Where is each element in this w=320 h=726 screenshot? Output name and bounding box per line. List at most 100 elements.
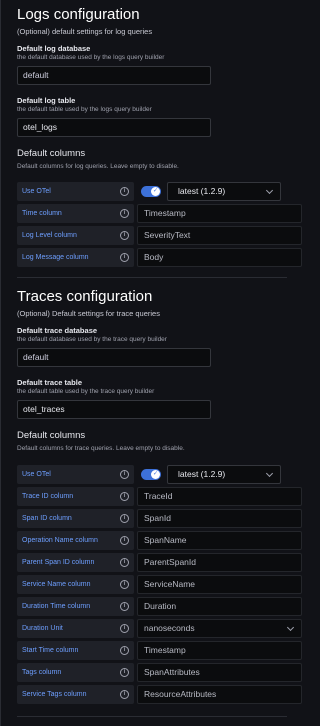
traces-use-otel-text: Use OTel: [22, 471, 51, 478]
logs-config-subtitle: (Optional) default settings for log quer…: [17, 27, 153, 36]
traces-column-row: Tags column i SpanAttributes: [17, 663, 302, 682]
traces-column-label-text: Operation Name column: [22, 537, 98, 544]
traces-use-otel-row: Use OTel i ✓ latest (1.2.9): [17, 465, 287, 484]
default-log-database-input[interactable]: default: [17, 66, 211, 85]
logs-config-header: Logs configuration (Optional) default se…: [17, 6, 287, 37]
traces-config-subtitle: (Optional) Default settings for trace qu…: [17, 309, 160, 318]
traces-column-input[interactable]: Timestamp: [137, 641, 302, 660]
default-trace-table-field: Default trace table the default table us…: [17, 378, 287, 419]
info-icon: i: [120, 558, 129, 567]
left-edge-divider: [0, 0, 1, 726]
info-icon: i: [120, 209, 129, 218]
traces-column-row: Span ID column i SpanId: [17, 509, 302, 528]
chevron-down-icon: [286, 623, 295, 632]
logs-otel-version-select[interactable]: latest (1.2.9): [167, 182, 281, 201]
logs-column-row: Time column i Timestamp: [17, 204, 302, 223]
info-icon: i: [120, 536, 129, 545]
default-log-table-input[interactable]: otel_logs: [17, 118, 211, 137]
logs-use-otel-row: Use OTel i ✓ latest (1.2.9): [17, 182, 287, 201]
traces-use-otel-label: Use OTel i: [17, 465, 134, 484]
logs-column-label: Time column i: [17, 204, 134, 223]
traces-default-columns-header: Default columns Default columns for trac…: [17, 430, 287, 453]
logs-column-value: Body: [144, 252, 164, 262]
logs-use-otel-toggle[interactable]: ✓: [141, 186, 161, 197]
traces-column-row: Start Time column i Timestamp: [17, 641, 302, 660]
default-log-database-label: Default log database: [17, 44, 91, 53]
traces-use-otel-toggle[interactable]: ✓: [141, 469, 161, 480]
logs-column-label-text: Log Message column: [22, 254, 89, 261]
traces-column-input[interactable]: ParentSpanId: [137, 553, 302, 572]
traces-column-row: Duration Unit i nanoseconds: [17, 619, 302, 638]
traces-column-label-text: Start Time column: [22, 647, 79, 654]
traces-column-label-text: Trace ID column: [22, 493, 74, 500]
info-icon: i: [120, 492, 129, 501]
traces-column-value: SpanId: [144, 513, 171, 523]
logs-column-input[interactable]: Timestamp: [137, 204, 302, 223]
traces-column-value: ResourceAttributes: [144, 689, 217, 699]
chevron-down-icon: [265, 469, 274, 478]
traces-column-value: ParentSpanId: [144, 557, 196, 567]
logs-use-otel-text: Use OTel: [22, 188, 51, 195]
traces-column-label-text: Tags column: [22, 669, 62, 676]
traces-column-input[interactable]: SpanName: [137, 531, 302, 550]
traces-column-label: Operation Name column i: [17, 531, 134, 550]
info-icon: i: [120, 514, 129, 523]
logs-column-input[interactable]: SeverityText: [137, 226, 302, 245]
traces-column-label: Service Name column i: [17, 575, 134, 594]
traces-column-input[interactable]: Duration: [137, 597, 302, 616]
default-log-database-desc: the default database used by the logs qu…: [17, 54, 165, 61]
traces-column-input[interactable]: TraceId: [137, 487, 302, 506]
logs-column-value: Timestamp: [144, 208, 186, 218]
traces-column-value: Timestamp: [144, 645, 186, 655]
logs-column-label: Log Message column i: [17, 248, 134, 267]
traces-default-columns-title: Default columns: [17, 430, 86, 441]
chevron-down-icon: [265, 186, 274, 195]
traces-otel-version-value: latest (1.2.9): [178, 469, 226, 479]
traces-config-header: Traces configuration (Optional) Default …: [17, 288, 287, 319]
info-icon: i: [120, 646, 129, 655]
check-icon: ✓: [151, 187, 160, 196]
info-icon: i: [120, 231, 129, 240]
logs-default-columns-header: Default columns Default columns for log …: [17, 148, 287, 171]
traces-column-input[interactable]: ResourceAttributes: [137, 685, 302, 704]
logs-column-row: Log Level column i SeverityText: [17, 226, 302, 245]
default-log-table-field: Default log table the default table used…: [17, 96, 287, 137]
traces-column-label-text: Service Tags column: [22, 691, 87, 698]
traces-column-input[interactable]: nanoseconds: [137, 619, 302, 638]
logs-default-columns-title: Default columns: [17, 148, 86, 159]
info-icon: i: [120, 602, 129, 611]
default-trace-database-field: Default trace database the default datab…: [17, 326, 287, 367]
traces-column-row: Duration Time column i Duration: [17, 597, 302, 616]
check-icon: ✓: [151, 470, 160, 479]
traces-column-row: Service Name column i ServiceName: [17, 575, 302, 594]
default-trace-table-input[interactable]: otel_traces: [17, 400, 211, 419]
traces-column-input[interactable]: ServiceName: [137, 575, 302, 594]
traces-column-row: Parent Span ID column i ParentSpanId: [17, 553, 302, 572]
logs-column-label-text: Time column: [22, 210, 62, 217]
info-icon: i: [120, 470, 129, 479]
traces-column-value: ServiceName: [144, 579, 196, 589]
traces-column-label-text: Service Name column: [22, 581, 91, 588]
traces-column-label: Duration Time column i: [17, 597, 134, 616]
traces-column-label: Span ID column i: [17, 509, 134, 528]
logs-default-columns-desc: Default columns for log queries. Leave e…: [17, 163, 179, 170]
traces-column-label: Trace ID column i: [17, 487, 134, 506]
logs-column-label: Log Level column i: [17, 226, 134, 245]
default-trace-database-input[interactable]: default: [17, 348, 211, 367]
default-trace-table-label: Default trace table: [17, 378, 83, 387]
info-icon: i: [120, 580, 129, 589]
traces-column-value: SpanName: [144, 535, 187, 545]
traces-otel-version-select[interactable]: latest (1.2.9): [167, 465, 281, 484]
traces-column-row: Operation Name column i SpanName: [17, 531, 302, 550]
traces-default-columns-desc: Default columns for trace queries. Leave…: [17, 445, 185, 452]
logs-column-input[interactable]: Body: [137, 248, 302, 267]
info-icon: i: [120, 668, 129, 677]
traces-column-input[interactable]: SpanAttributes: [137, 663, 302, 682]
traces-column-input[interactable]: SpanId: [137, 509, 302, 528]
traces-column-label: Duration Unit i: [17, 619, 134, 638]
info-icon: i: [120, 253, 129, 262]
default-log-table-desc: the default table used by the logs query…: [17, 106, 152, 113]
traces-column-label-text: Duration Unit: [22, 625, 63, 632]
info-icon: i: [120, 187, 129, 196]
default-trace-table-desc: the default table used by the trace quer…: [17, 388, 155, 395]
